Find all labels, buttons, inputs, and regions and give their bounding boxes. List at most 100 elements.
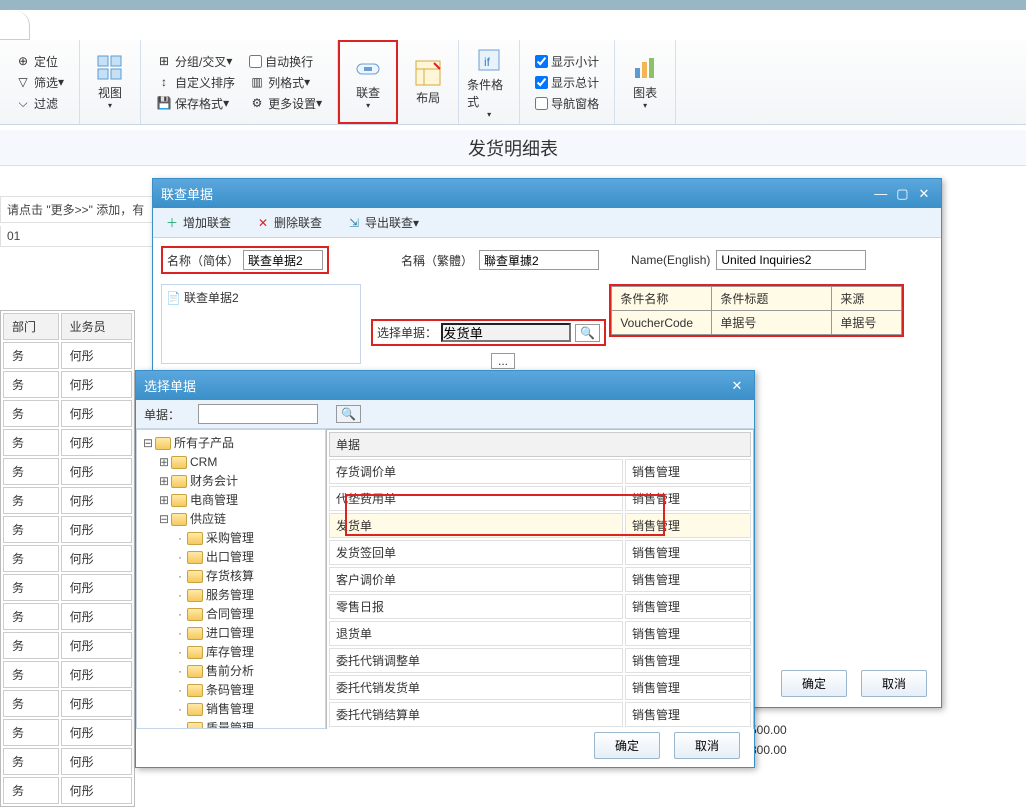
doc-label: 单据： (144, 406, 180, 423)
search-icon[interactable]: 🔍 (336, 405, 361, 423)
code-text: 01 (0, 226, 155, 247)
browser-tab-corner (0, 10, 30, 40)
chart-button[interactable]: 图表▾ (623, 43, 667, 121)
dialog-title: 联查单据 (161, 184, 213, 203)
close-button[interactable]: ✕ (728, 378, 746, 394)
page-title: 发货明细表 (0, 130, 1026, 166)
tree-item[interactable]: ·条码管理 (173, 681, 321, 700)
doc-list-table: 单据 存货调价单销售管理代垫费用单销售管理发货单销售管理发货签回单销售管理客户调… (326, 429, 754, 729)
filter-icon: ▽ (15, 74, 31, 90)
tree-item[interactable]: ·出口管理 (173, 548, 321, 567)
tree-item[interactable]: ·进口管理 (173, 624, 321, 643)
svg-text:if: if (484, 55, 491, 69)
hint-text: 请点击 "更多>>" 添加，有 (0, 196, 160, 223)
cond-format-icon: if (475, 46, 503, 74)
minimize-button[interactable]: — (872, 186, 890, 201)
name-en-label: Name(English) (631, 253, 710, 267)
name-cn-input[interactable] (243, 250, 323, 270)
tree-root[interactable]: ⊟所有子产品 (141, 434, 321, 453)
name-tw-input[interactable] (479, 250, 599, 270)
group-cross-button[interactable]: ⊞分组/交叉 ▾ (153, 51, 235, 72)
product-tree: ⊟所有子产品 ⊞CRM ⊞财务会计 ⊞电商管理 ⊟供应链 ·采购管理·出口管理·… (136, 429, 326, 729)
col-format-button[interactable]: ▥列格式 ▾ (246, 72, 313, 93)
tree-item[interactable]: ·销售管理 (173, 700, 321, 719)
nav-pane-checkbox[interactable]: 导航窗格 (532, 93, 602, 114)
ribbon: ⊕定位 ▽筛选 ▾ ⌵过滤 视图▾ ⊞分组/交叉 ▾ ↕自定义排序 💾保存格式 … (0, 40, 1026, 125)
tree-item[interactable]: ·合同管理 (173, 605, 321, 624)
filter2-button[interactable]: ⌵过滤 (12, 93, 61, 114)
delete-icon: ✕ (255, 215, 271, 231)
layout-icon (414, 59, 442, 87)
tree-item[interactable]: ⊞CRM (157, 453, 321, 472)
doc-icon: 📄 (166, 291, 181, 305)
tree-item[interactable]: ·采购管理 (173, 529, 321, 548)
save-format-button[interactable]: 💾保存格式 ▾ (153, 93, 232, 114)
tree-item[interactable]: ·库存管理 (173, 643, 321, 662)
filter-button[interactable]: ▽筛选 ▾ (12, 72, 67, 93)
select-doc-dialog: 选择单据 ✕ 单据： 🔍 ⊟所有子产品 ⊞CRM ⊞财务会计 ⊞电商管理 ⊟供应… (135, 370, 755, 768)
locate-button[interactable]: ⊕定位 (12, 51, 61, 72)
condition-table: 条件名称条件标题来源 VoucherCode单据号单据号 (611, 286, 902, 335)
doc-list-row[interactable]: 存货调价单销售管理 (329, 459, 751, 484)
view-button[interactable]: 视图▾ (88, 43, 132, 121)
funnel-icon: ⌵ (15, 95, 31, 111)
tree-item[interactable]: ⊞电商管理 (157, 491, 321, 510)
doc-list-row[interactable]: 代垫费用单销售管理 (329, 486, 751, 511)
dialog-title: 选择单据 (144, 376, 196, 395)
cancel-button[interactable]: 取消 (861, 670, 927, 697)
tree-item[interactable]: ⊞财务会计 (157, 472, 321, 491)
maximize-button[interactable]: ▢ (893, 186, 911, 202)
doc-list-row[interactable]: 委托代销调整单销售管理 (329, 648, 751, 673)
tree-item-supply[interactable]: ⊟供应链 (157, 510, 321, 529)
tree-item[interactable]: ·存货核算 (173, 567, 321, 586)
doc-list-row[interactable]: 退货单销售管理 (329, 621, 751, 646)
auto-wrap-checkbox[interactable]: 自动换行 (246, 51, 316, 72)
cancel-button[interactable]: 取消 (674, 732, 740, 759)
ok-button[interactable]: 确定 (781, 670, 847, 697)
bg-numbers: 500.00300.00 (750, 720, 787, 760)
doc-list-row[interactable]: 委托代销发货单销售管理 (329, 675, 751, 700)
select-doc-label: 选择单据： (377, 324, 437, 341)
export-link-button[interactable]: ⇲导出联查 ▾ (343, 212, 422, 233)
show-subtotal-checkbox[interactable]: 显示小计 (532, 51, 602, 72)
close-button[interactable]: ✕ (915, 186, 933, 202)
save-icon: 💾 (156, 95, 172, 111)
gear-icon: ⚙ (249, 95, 265, 111)
chart-icon (631, 54, 659, 82)
name-en-input[interactable] (716, 250, 866, 270)
link-icon (354, 54, 382, 82)
doc-list-row[interactable]: 委托代销结算单销售管理 (329, 702, 751, 727)
tree-root[interactable]: 📄联查单据2 (166, 289, 356, 306)
cond-format-button[interactable]: if 条件格式▾ (467, 43, 511, 121)
tree-item[interactable]: ·售前分析 (173, 662, 321, 681)
add-icon: ＋ (164, 215, 180, 231)
sort-icon: ↕ (156, 74, 172, 90)
doc-list-row[interactable]: 发货单销售管理 (329, 513, 751, 538)
lookup-icon[interactable]: 🔍 (575, 324, 600, 342)
locate-icon: ⊕ (15, 53, 31, 69)
background-table: 部门业务员 务何彤 务何彤 务何彤 务何彤 务何彤 务何彤 务何彤 务何彤 务何… (0, 310, 135, 807)
add-link-button[interactable]: ＋增加联查 (161, 212, 234, 233)
column-icon: ▥ (249, 74, 265, 90)
doc-list-row[interactable]: 零售日报销售管理 (329, 594, 751, 619)
name-cn-label: 名称（简体） (167, 252, 239, 269)
group-icon: ⊞ (156, 53, 172, 69)
show-total-checkbox[interactable]: 显示总计 (532, 72, 602, 93)
tree-item[interactable]: ·质量管理 (173, 719, 321, 729)
doc-list-row[interactable]: 客户调价单销售管理 (329, 567, 751, 592)
layout-button[interactable]: 布局 (406, 43, 450, 121)
export-icon: ⇲ (346, 215, 362, 231)
doc-search-input[interactable] (198, 404, 318, 424)
ok-button[interactable]: 确定 (594, 732, 660, 759)
select-doc-input[interactable] (441, 323, 571, 342)
tree-item[interactable]: ·服务管理 (173, 586, 321, 605)
ellipsis-button[interactable]: ... (491, 353, 515, 369)
custom-sort-button[interactable]: ↕自定义排序 (153, 72, 238, 93)
condition-row[interactable]: VoucherCode单据号单据号 (612, 311, 902, 335)
doc-list-row[interactable]: 发货签回单销售管理 (329, 540, 751, 565)
delete-link-button[interactable]: ✕删除联查 (252, 212, 325, 233)
name-tw-label: 名稱（繁體） (401, 252, 473, 269)
linked-query-button[interactable]: 联查▾ (346, 45, 390, 119)
more-settings-button[interactable]: ⚙更多设置 ▾ (246, 93, 325, 114)
grid-icon (96, 54, 124, 82)
